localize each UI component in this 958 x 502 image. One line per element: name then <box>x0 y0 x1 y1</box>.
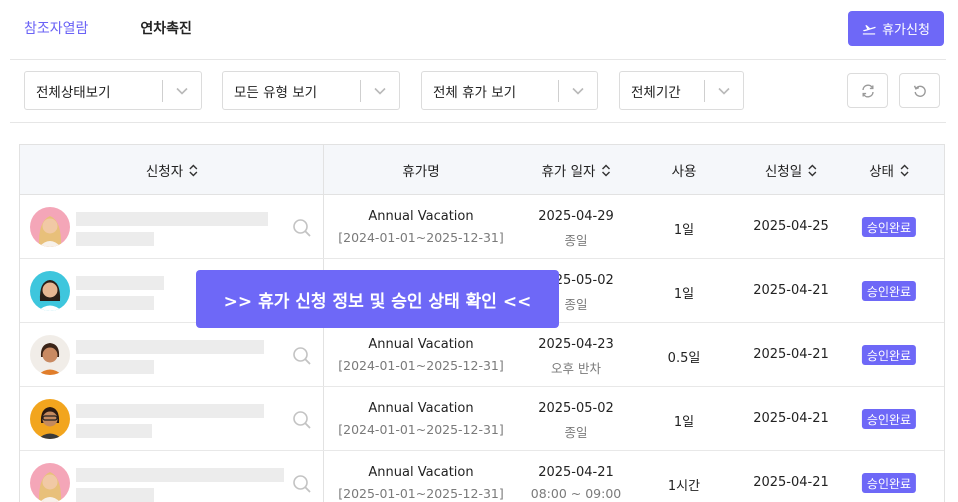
search-icon[interactable] <box>292 410 312 430</box>
vacation-filter-label: 전체 휴가 보기 <box>433 84 517 101</box>
header-label: 휴가 일자 <box>541 164 596 180</box>
header-label: 사용 <box>671 164 697 180</box>
table-row[interactable]: Annual Vacation [2025-01-01~2025-12-31] … <box>20 451 944 502</box>
used-amount: 1일 <box>673 287 695 302</box>
applied-date: 2025-04-21 <box>753 475 829 490</box>
dept-placeholder <box>76 424 152 438</box>
type-filter-select[interactable]: 모든 유형 보기 <box>222 71 400 110</box>
applied-date: 2025-04-21 <box>753 283 829 298</box>
avatar <box>30 399 70 439</box>
divider <box>10 122 946 123</box>
used-amount: 1시간 <box>667 479 701 494</box>
table-row[interactable]: Annual Vacation [2024-01-01~2025-12-31] … <box>20 195 944 259</box>
applied-date: 2025-04-21 <box>753 411 829 426</box>
header-vacation-name: 휴가명 <box>402 145 439 195</box>
avatar <box>30 271 70 311</box>
used-amount: 1일 <box>673 223 695 238</box>
header-used: 사용 <box>672 145 697 195</box>
vacation-date: 2025-04-23 <box>538 337 614 352</box>
vacation-name: Annual Vacation <box>368 401 474 416</box>
tab-leave-promotion[interactable]: 연차촉진 <box>140 18 192 38</box>
name-placeholder <box>76 404 264 418</box>
avatar <box>30 463 70 502</box>
vacation-time: 종일 <box>564 233 588 248</box>
vacation-time: 종일 <box>564 425 588 440</box>
refresh-icon <box>861 84 874 97</box>
vacation-name: Annual Vacation <box>368 465 474 480</box>
dept-placeholder <box>76 232 154 246</box>
table-row[interactable]: Annual Vacation [2024-01-01~2025-12-31] … <box>20 323 944 387</box>
vacation-period: [2025-01-01~2025-12-31] <box>338 486 504 501</box>
header-status[interactable]: 상태 <box>869 145 909 195</box>
vacation-date: 2025-04-29 <box>538 209 614 224</box>
status-badge: 승인완료 <box>861 473 917 493</box>
airplane-icon <box>862 24 876 35</box>
vacation-period: [2024-01-01~2025-12-31] <box>338 358 504 373</box>
table-row[interactable]: Annual Vacation [2024-01-01~2025-12-31] … <box>20 387 944 451</box>
refresh-button[interactable] <box>847 73 888 108</box>
apply-vacation-label: 휴가신청 <box>882 23 930 38</box>
vacation-date: 2025-04-21 <box>538 465 614 480</box>
vacation-period: [2024-01-01~2025-12-31] <box>338 422 504 437</box>
top-tabs: 참조자열람 연차촉진 <box>24 18 192 38</box>
search-icon[interactable] <box>292 346 312 366</box>
vacation-time: 08:00 ~ 09:00 <box>530 486 622 501</box>
chevron-down-icon <box>705 87 743 95</box>
chevron-down-icon <box>559 87 597 95</box>
status-badge: 승인완료 <box>861 217 917 237</box>
sort-icon <box>808 164 817 176</box>
sort-icon <box>601 164 610 176</box>
search-icon[interactable] <box>292 474 312 494</box>
used-amount: 1일 <box>673 415 695 430</box>
status-filter-select[interactable]: 전체상태보기 <box>24 71 202 110</box>
status-badge: 승인완료 <box>861 409 917 429</box>
vacation-period: [2024-01-01~2025-12-31] <box>338 230 504 245</box>
search-icon[interactable] <box>292 218 312 238</box>
period-filter-label: 전체기간 <box>631 84 681 101</box>
sort-icon <box>189 164 198 176</box>
status-filter-label: 전체상태보기 <box>36 84 111 101</box>
apply-vacation-button[interactable]: 휴가신청 <box>848 11 944 46</box>
header-label: 신청일 <box>764 164 803 180</box>
vacation-name: Annual Vacation <box>368 209 474 224</box>
header-label: 상태 <box>869 164 894 180</box>
vacation-time: 종일 <box>564 297 588 312</box>
dept-placeholder <box>76 360 154 374</box>
applied-date: 2025-04-21 <box>753 347 829 362</box>
header-applicant[interactable]: 신청자 <box>146 145 198 195</box>
avatar <box>30 207 70 247</box>
header-label: 신청자 <box>145 164 184 180</box>
vacation-filter-select[interactable]: 전체 휴가 보기 <box>421 71 598 110</box>
vacation-name: Annual Vacation <box>368 337 474 352</box>
reset-button[interactable] <box>899 73 940 108</box>
applied-date: 2025-04-25 <box>753 219 829 234</box>
info-banner: >> 휴가 신청 정보 및 승인 상태 확인 << <box>196 270 559 328</box>
dept-placeholder <box>76 296 154 310</box>
table-header: 신청자 휴가명 휴가 일자 사용 신청일 상태 <box>20 145 944 195</box>
status-badge: 승인완료 <box>861 345 917 365</box>
vacation-page: 참조자열람 연차촉진 휴가신청 전체상태보기 모든 유형 보기 전체 휴가 보기 <box>0 0 958 502</box>
vacation-time: 오후 반차 <box>551 361 601 376</box>
avatar <box>30 335 70 375</box>
header-label: 휴가명 <box>402 164 440 180</box>
type-filter-label: 모든 유형 보기 <box>234 84 318 101</box>
name-placeholder <box>76 340 264 354</box>
name-placeholder <box>76 468 284 482</box>
used-amount: 0.5일 <box>667 351 701 366</box>
header-vacation-date[interactable]: 휴가 일자 <box>542 145 611 195</box>
header-applied-date[interactable]: 신청일 <box>765 145 817 195</box>
chevron-down-icon <box>163 87 201 95</box>
name-placeholder <box>76 212 268 226</box>
name-placeholder <box>76 276 164 290</box>
reset-icon <box>913 85 926 97</box>
tab-reference-view[interactable]: 참조자열람 <box>24 18 88 38</box>
chevron-down-icon <box>361 87 399 95</box>
period-filter-select[interactable]: 전체기간 <box>619 71 744 110</box>
divider <box>10 59 946 60</box>
status-badge: 승인완료 <box>861 281 917 301</box>
vacation-date: 2025-05-02 <box>538 401 614 416</box>
dept-placeholder <box>76 488 154 502</box>
sort-icon <box>900 164 909 176</box>
